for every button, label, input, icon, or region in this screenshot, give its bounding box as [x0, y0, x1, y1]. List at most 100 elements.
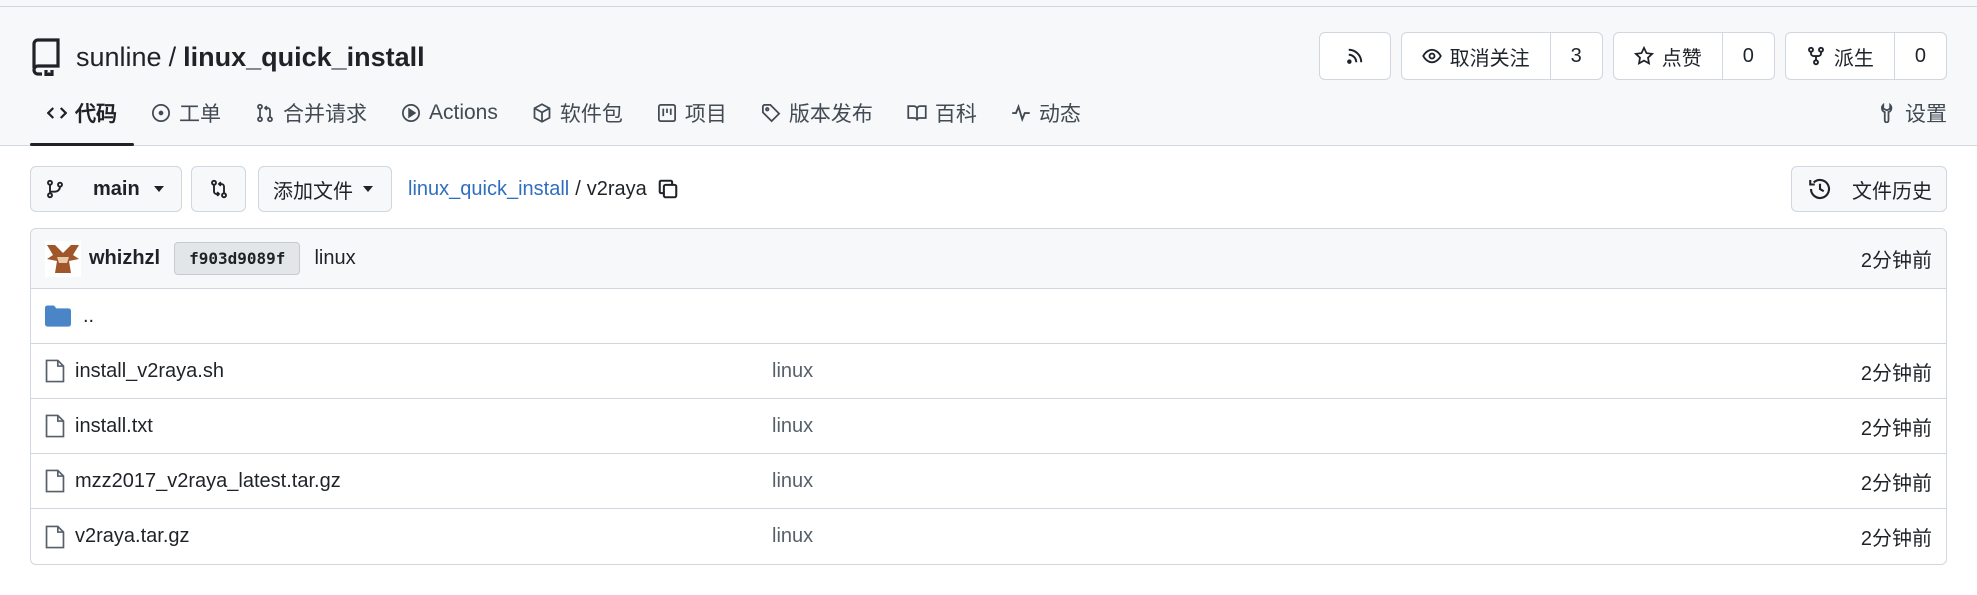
- file-name-link[interactable]: v2raya.tar.gz: [75, 525, 190, 548]
- wrench-icon: [1881, 103, 1893, 123]
- repo-tabs: 代码 工单 合并请求 Actions 软件包 项目 版本发布 百科 动态: [30, 81, 1098, 146]
- tab-label: 项目: [684, 103, 727, 126]
- file-commit-time: 2分钟前: [1860, 362, 1932, 385]
- tab-settings[interactable]: 设置: [1877, 81, 1947, 145]
- repo-actions: 取消关注 3 点赞 0 派生 0: [1318, 32, 1947, 80]
- folder-icon: [45, 305, 71, 327]
- settings-label: 设置: [1905, 103, 1947, 126]
- project-icon: [657, 104, 676, 122]
- top-border: [0, 0, 1977, 7]
- tab-wiki[interactable]: 百科: [890, 81, 994, 145]
- add-file-label: 添加文件: [273, 180, 353, 203]
- fork-label: 派生: [1833, 47, 1874, 70]
- tab-actions[interactable]: Actions: [384, 81, 515, 145]
- file-icon: [45, 414, 65, 438]
- commit-time: 2分钟前: [1860, 250, 1932, 272]
- tab-pull-requests[interactable]: 合并请求: [238, 81, 384, 145]
- file-commit-time: 2分钟前: [1860, 528, 1932, 550]
- pulse-icon: [1012, 103, 1030, 123]
- star-icon: [1633, 46, 1654, 66]
- repo-owner-link[interactable]: sunline: [76, 42, 162, 73]
- table-row[interactable]: v2raya.tar.gz linux 2分钟前: [31, 509, 1946, 564]
- table-row[interactable]: install_v2raya.sh linux 2分钟前: [31, 344, 1946, 399]
- latest-commit: whizhzl f903d9089f linux 2分钟前: [31, 229, 1946, 289]
- compare-button[interactable]: [191, 166, 246, 212]
- star-button-group: 点赞 0: [1612, 32, 1775, 80]
- tab-label: 工单: [179, 103, 221, 126]
- tab-projects[interactable]: 项目: [640, 81, 744, 145]
- file-commit-message[interactable]: linux: [772, 360, 813, 383]
- tab-label: 软件包: [559, 103, 623, 126]
- watch-count[interactable]: 3: [1549, 33, 1602, 79]
- file-name-link[interactable]: mzz2017_v2raya_latest.tar.gz: [75, 470, 341, 493]
- file-history-button[interactable]: 文件历史: [1791, 166, 1947, 212]
- commit-sha[interactable]: f903d9089f: [174, 242, 301, 275]
- compare-icon: [210, 179, 227, 199]
- branch-selector[interactable]: main: [30, 166, 182, 212]
- add-file-button[interactable]: 添加文件: [258, 166, 392, 212]
- package-icon: [533, 103, 551, 123]
- pull-request-icon: [257, 103, 273, 123]
- file-commit-time: 2分钟前: [1860, 472, 1932, 495]
- copy-icon[interactable]: [657, 178, 679, 200]
- issue-icon: [152, 104, 170, 122]
- star-count[interactable]: 0: [1721, 33, 1774, 79]
- tab-label: 版本发布: [788, 103, 873, 126]
- file-commit-time: 2分钟前: [1860, 417, 1932, 440]
- avatar[interactable]: [45, 240, 81, 277]
- file-name-link[interactable]: install.txt: [75, 415, 153, 438]
- repo-name-link[interactable]: linux_quick_install: [183, 42, 425, 73]
- star-button[interactable]: 点赞: [1614, 33, 1722, 79]
- tab-label: 动态: [1038, 103, 1081, 126]
- chevron-down-icon: [153, 186, 164, 192]
- fork-button[interactable]: 派生: [1786, 33, 1894, 79]
- tag-icon: [761, 104, 781, 123]
- commit-message[interactable]: linux: [314, 247, 355, 270]
- history-icon: [1809, 178, 1830, 199]
- tab-label: 百科: [934, 103, 977, 126]
- file-commit-message[interactable]: linux: [772, 525, 813, 548]
- parent-directory-row[interactable]: ..: [31, 289, 1946, 344]
- play-icon: [402, 104, 420, 122]
- tab-label: 代码: [75, 103, 117, 126]
- branch-name: main: [93, 177, 140, 200]
- breadcrumb-separator: /: [575, 177, 581, 200]
- rss-button[interactable]: [1318, 32, 1391, 80]
- tab-releases[interactable]: 版本发布: [744, 81, 890, 145]
- table-row[interactable]: mzz2017_v2raya_latest.tar.gz linux 2分钟前: [31, 454, 1946, 509]
- repo-icon: [32, 38, 60, 76]
- parent-directory-link[interactable]: ..: [83, 305, 94, 328]
- tab-code[interactable]: 代码: [30, 81, 134, 146]
- repo-title: sunline / linux_quick_install: [30, 33, 425, 81]
- breadcrumb: linux_quick_install / v2raya: [408, 166, 679, 212]
- file-toolbar: main 添加文件 linux_quick_install / v2raya 文…: [30, 166, 1947, 212]
- eye-icon: [1421, 48, 1442, 64]
- unwatch-button[interactable]: 取消关注: [1402, 33, 1550, 79]
- file-name-link[interactable]: install_v2raya.sh: [75, 360, 224, 383]
- unwatch-button-group: 取消关注 3: [1400, 32, 1603, 80]
- file-icon: [45, 525, 65, 548]
- unwatch-label: 取消关注: [1449, 47, 1530, 70]
- tab-activity[interactable]: 动态: [994, 81, 1098, 145]
- fork-icon: [1807, 46, 1824, 66]
- breadcrumb-current: v2raya: [586, 177, 647, 200]
- table-row[interactable]: install.txt linux 2分钟前: [31, 399, 1946, 454]
- repo-header: sunline / linux_quick_install 取消关注 3 点赞 …: [0, 7, 1977, 146]
- file-list: whizhzl f903d9089f linux 2分钟前 .. install…: [30, 228, 1947, 565]
- star-label: 点赞: [1661, 47, 1702, 70]
- tab-packages[interactable]: 软件包: [515, 81, 640, 145]
- fork-button-group: 派生 0: [1784, 32, 1947, 80]
- file-icon: [45, 359, 65, 383]
- branch-icon: [47, 179, 63, 199]
- code-icon: [47, 107, 67, 119]
- fork-count[interactable]: 0: [1893, 33, 1946, 79]
- commit-author[interactable]: whizhzl: [89, 247, 160, 270]
- tab-label: Actions: [429, 101, 498, 124]
- breadcrumb-root-link[interactable]: linux_quick_install: [408, 178, 569, 201]
- file-commit-message[interactable]: linux: [772, 415, 813, 438]
- file-commit-message[interactable]: linux: [772, 470, 813, 493]
- repo-title-separator: /: [168, 41, 177, 72]
- file-history-label: 文件历史: [1852, 180, 1932, 203]
- tab-label: 合并请求: [283, 103, 367, 126]
- tab-issues[interactable]: 工单: [134, 81, 238, 145]
